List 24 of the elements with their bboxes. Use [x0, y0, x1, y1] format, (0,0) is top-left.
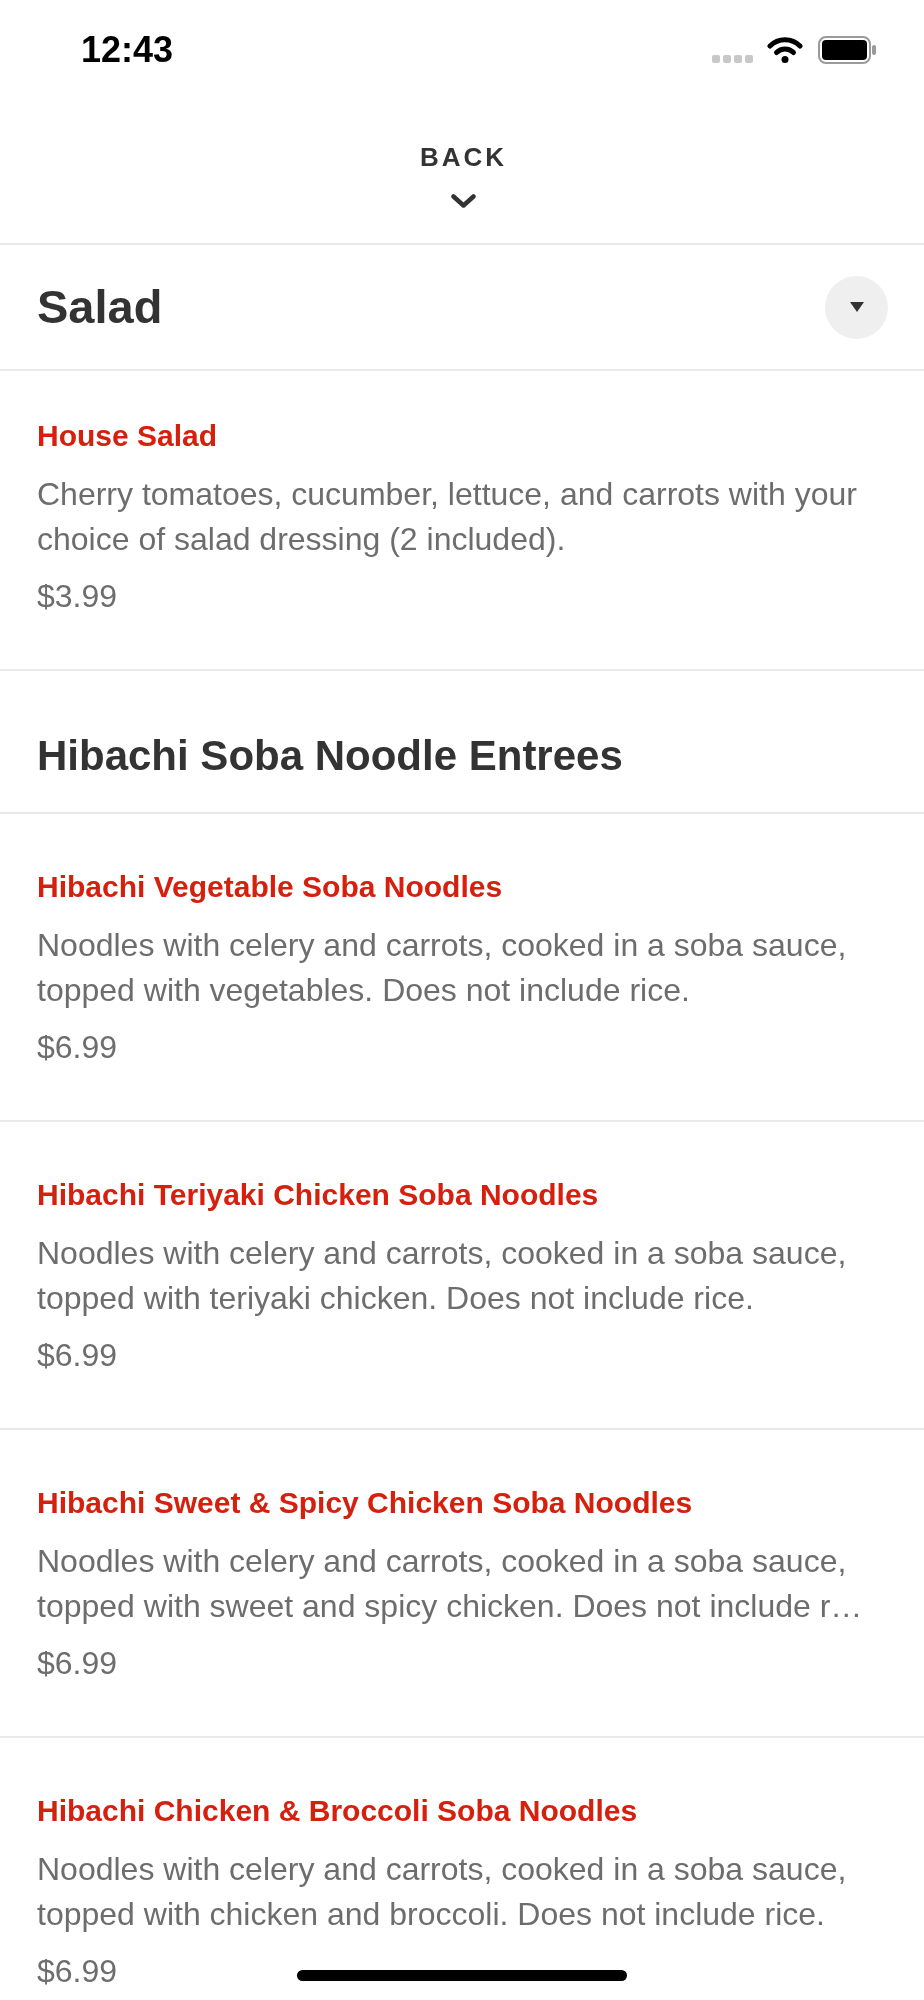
item-name[interactable]: House Salad — [37, 416, 218, 456]
item-price: $6.99 — [37, 1028, 118, 1067]
battery-icon — [818, 36, 876, 64]
section-title: Hibachi Soba Noodle Entrees — [37, 731, 623, 781]
item-description: Noodles with celery and carrots, cooked in a soba sauce, topped with sweet and spicy chicken. Does not include r… — [37, 1542, 864, 1626]
item-description: Noodles with celery and carrots, cooked in a soba sauce, topped with teriyaki chicken. Does not include rice. — [37, 1234, 848, 1318]
item-name[interactable]: Hibachi Teriyaki Chicken Soba Noodles — [37, 1175, 599, 1215]
back-button[interactable]: BACK — [416, 142, 508, 208]
item-name[interactable]: Hibachi Chicken & Broccoli Soba Noodles — [37, 1791, 638, 1831]
item-price: $3.99 — [37, 577, 118, 616]
item-price: $6.99 — [37, 1952, 118, 1991]
item-name[interactable]: Hibachi Sweet & Spicy Chicken Soba Noodles — [37, 1483, 693, 1523]
item-price: $6.99 — [37, 1644, 118, 1683]
section-title: Salad — [37, 279, 163, 335]
item-name[interactable]: Hibachi Vegetable Soba Noodles — [37, 867, 503, 907]
item-description: Noodles with celery and carrots, cooked in a soba sauce, topped with vegetables. Does not include rice. — [37, 926, 848, 1010]
chevron-down-icon — [451, 194, 476, 208]
item-description: Noodles with celery and carrots, cooked in a soba sauce, topped with chicken and broccoli. Does not include rice. — [37, 1850, 848, 1934]
caret-down-icon — [849, 302, 864, 312]
status-time: 12:43 — [81, 28, 174, 72]
item-price: $6.99 — [37, 1336, 118, 1375]
wifi-icon — [767, 36, 803, 63]
signal-icon — [712, 55, 753, 63]
item-description: Cherry tomatoes, cucumber, lettuce, and carrots with your choice of salad dressing (2 included). — [37, 475, 858, 559]
